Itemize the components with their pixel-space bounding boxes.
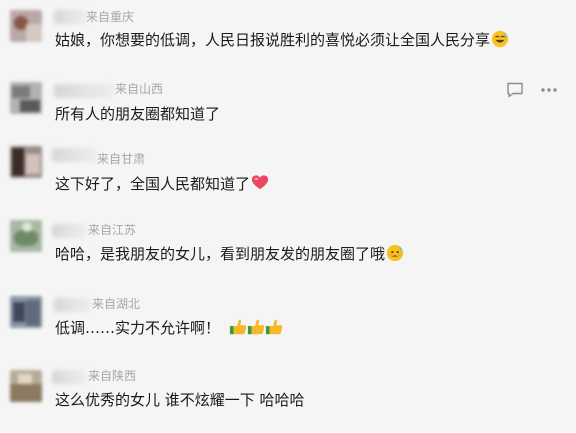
comment-location: 来自湖北 — [92, 297, 141, 311]
username-blurred — [54, 10, 86, 24]
thumbs-up-emoji-icon — [229, 319, 283, 335]
avatar[interactable] — [10, 370, 42, 402]
comment-actions — [505, 80, 565, 100]
comment-text: 姑娘，你想要的低调，人民日报说胜利的喜悦必须让全国人民分享 — [55, 30, 509, 50]
comment-text: 这么优秀的女儿 谁不炫耀一下 哈哈哈 — [55, 390, 305, 410]
comment-item: 来自湖北 低调……实力不允许啊！ — [0, 288, 576, 360]
comment-item: 来自山西 所有人的朋友圈都知道了 — [0, 72, 576, 144]
username-blurred — [52, 370, 86, 384]
username-blurred — [54, 84, 114, 98]
comment-location: 来自山西 — [115, 82, 164, 96]
comment-text-content: 姑娘，你想要的低调，人民日报说胜利的喜悦必须让全国人民分享 — [55, 31, 491, 49]
avatar[interactable] — [10, 220, 42, 252]
comment-text-content: 低调……实力不允许啊！ — [55, 319, 221, 337]
comment-location: 来自重庆 — [86, 10, 135, 24]
comment-text-content: 所有人的朋友圈都知道了 — [55, 105, 221, 123]
comment-text: 低调……实力不允许啊！ — [55, 318, 286, 338]
embarrassed-emoji-icon — [386, 244, 404, 262]
avatar[interactable] — [10, 82, 42, 114]
more-options-icon[interactable] — [539, 80, 559, 100]
comment-item: 来自江苏 哈哈，是我朋友的女儿，看到朋友发的朋友圈了哦 — [0, 216, 576, 288]
comment-text-content: 这么优秀的女儿 谁不炫耀一下 哈哈哈 — [55, 391, 305, 409]
comment-item: 来自重庆 姑娘，你想要的低调，人民日报说胜利的喜悦必须让全国人民分享 — [0, 0, 576, 72]
comment-text-content: 这下好了，全国人民都知道了 — [55, 175, 251, 193]
comment-item: 来自甘肃 这下好了，全国人民都知道了 — [0, 144, 576, 216]
comment-location: 来自甘肃 — [97, 152, 146, 166]
avatar[interactable] — [10, 296, 42, 328]
username-blurred — [54, 298, 90, 312]
avatar[interactable] — [10, 10, 42, 42]
username-blurred — [52, 224, 86, 238]
comment-item: 来自陕西 这么优秀的女儿 谁不炫耀一下 哈哈哈 — [0, 360, 576, 432]
heart-emoji-icon — [251, 175, 269, 190]
comment-text: 哈哈，是我朋友的女儿，看到朋友发的朋友圈了哦 — [55, 244, 404, 264]
comment-text-content: 哈哈，是我朋友的女儿，看到朋友发的朋友圈了哦 — [55, 245, 386, 263]
reply-comment-icon[interactable] — [505, 80, 525, 100]
comment-location: 来自陕西 — [88, 369, 137, 383]
comment-text: 所有人的朋友圈都知道了 — [55, 104, 220, 124]
avatar[interactable] — [10, 146, 42, 178]
comment-location: 来自江苏 — [88, 223, 137, 237]
comment-text: 这下好了，全国人民都知道了 — [55, 174, 269, 194]
username-blurred — [52, 148, 96, 162]
grinning-sweat-emoji-icon — [491, 30, 509, 48]
